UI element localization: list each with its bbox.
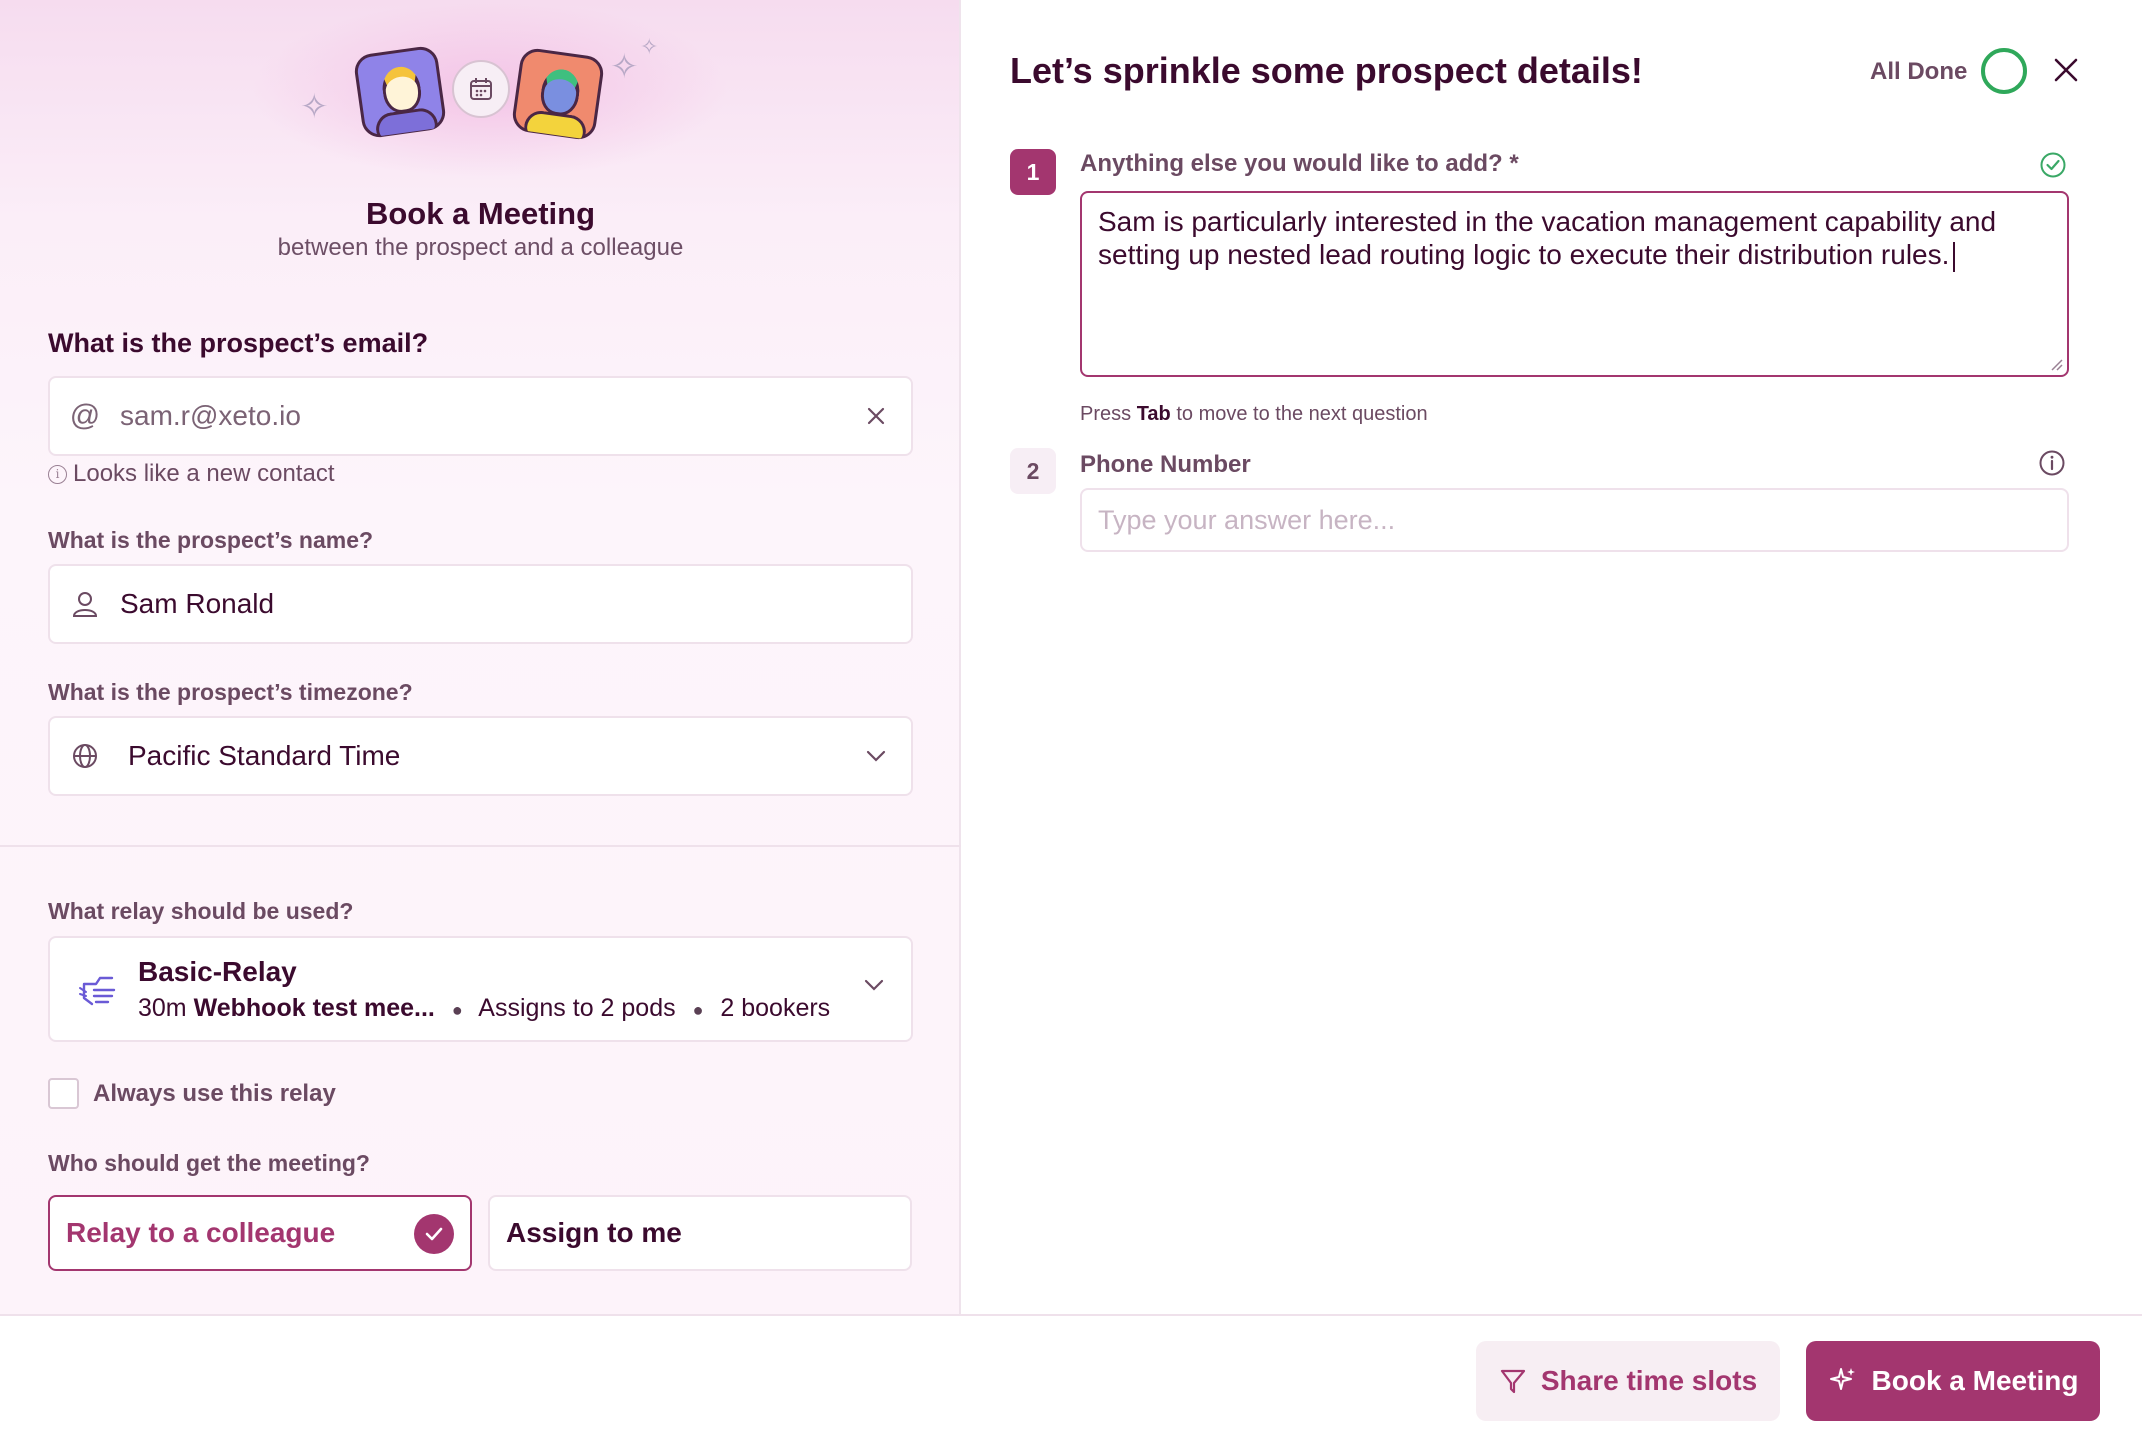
tab-hint-suffix: to move to the next question xyxy=(1176,403,1428,425)
question-2-label: Phone Number xyxy=(1080,451,1251,478)
send-icon xyxy=(1500,1369,1525,1394)
chevron-down-icon[interactable] xyxy=(841,749,911,763)
new-contact-hint: i Looks like a new contact xyxy=(48,460,334,488)
name-value[interactable]: Sam Ronald xyxy=(120,588,911,620)
share-time-slots-label: Share time slots xyxy=(1540,1365,1758,1396)
person-icon xyxy=(50,590,120,618)
tab-hint: Press Tab to move to the next question xyxy=(1080,403,1428,426)
question-1-label: Anything else you would like to add? * xyxy=(1080,150,1519,177)
resize-handle-icon[interactable] xyxy=(2049,357,2063,371)
progress-ring-icon xyxy=(1981,48,2027,94)
phone-number-field[interactable]: Type your answer here... xyxy=(1080,488,2069,552)
always-use-relay[interactable]: Always use this relay xyxy=(48,1078,336,1109)
relay-pods: Assigns to 2 pods xyxy=(478,994,676,1022)
relay-to-colleague-option[interactable]: Relay to a colleague xyxy=(48,1195,472,1271)
sparkle-icon: ✧ xyxy=(300,88,329,126)
relay-duration: 30m xyxy=(138,994,187,1022)
assign-to-me-option[interactable]: Assign to me xyxy=(488,1195,912,1271)
relay-to-colleague-label: Relay to a colleague xyxy=(66,1217,336,1248)
hero-illustration: ✧ ✧ ✧ xyxy=(300,36,680,150)
question-number-1: 1 xyxy=(1010,149,1056,195)
relay-hand-icon xyxy=(78,968,120,1013)
relay-meta: 30m Webhook test mee... ● Assigns to 2 p… xyxy=(138,994,831,1022)
email-value[interactable]: sam.r@xeto.io xyxy=(120,400,841,432)
sparkle-icon: ✧ xyxy=(640,34,659,59)
details-title: Let’s sprinkle some prospect details! xyxy=(1010,50,1643,91)
book-meeting-label: Book a Meeting xyxy=(1871,1365,2079,1396)
calendar-icon xyxy=(452,60,510,118)
relay-meeting-type: Webhook test mee... xyxy=(193,994,435,1022)
all-done-label: All Done xyxy=(1870,58,1968,85)
timezone-select[interactable]: Pacific Standard Time xyxy=(48,716,913,796)
check-circle-icon xyxy=(2039,151,2067,184)
email-field[interactable]: @ sam.r@xeto.io xyxy=(48,376,913,456)
name-field[interactable]: Sam Ronald xyxy=(48,564,913,644)
question-1-value: Sam is particularly interested in the va… xyxy=(1098,206,1997,270)
tab-hint-key: Tab xyxy=(1136,403,1171,425)
info-icon[interactable] xyxy=(2038,449,2066,482)
recipient-question: Who should get the meeting? xyxy=(48,1150,370,1176)
relay-bookers: 2 bookers xyxy=(720,994,831,1022)
chevron-down-icon[interactable] xyxy=(863,978,885,997)
sparkle-icon: ✧ xyxy=(610,48,639,86)
email-question: What is the prospect’s email? xyxy=(48,328,429,358)
section-divider xyxy=(0,845,961,847)
share-time-slots-button[interactable]: Share time slots xyxy=(1476,1341,1780,1421)
name-question: What is the prospect’s name? xyxy=(48,527,374,553)
booking-subtitle: between the prospect and a colleague xyxy=(277,234,684,261)
prospect-avatar xyxy=(352,44,448,140)
book-meeting-button[interactable]: Book a Meeting xyxy=(1806,1341,2100,1421)
clear-email-icon[interactable] xyxy=(841,405,911,427)
sparkle-icon xyxy=(1829,1368,1855,1390)
colleague-avatar xyxy=(510,46,606,142)
relay-name: Basic-Relay xyxy=(138,956,297,987)
close-icon[interactable] xyxy=(2052,56,2080,89)
tab-hint-prefix: Press xyxy=(1080,403,1132,425)
booking-panel: ✧ ✧ ✧ Book a Meeting between the prospec… xyxy=(0,0,961,1314)
checkmark-icon xyxy=(414,1214,454,1254)
timezone-value: Pacific Standard Time xyxy=(128,740,401,771)
question-number-2: 2 xyxy=(1010,448,1056,494)
at-icon: @ xyxy=(69,399,101,432)
always-use-relay-checkbox[interactable] xyxy=(48,1078,79,1109)
assign-to-me-label: Assign to me xyxy=(506,1217,682,1248)
relay-select[interactable]: Basic-Relay 30m Webhook test mee... ● As… xyxy=(48,936,913,1042)
relay-question: What relay should be used? xyxy=(48,898,354,924)
new-contact-hint-text: Looks like a new contact xyxy=(73,460,335,487)
info-icon: i xyxy=(48,464,67,484)
timezone-question: What is the prospect’s timezone? xyxy=(48,679,413,705)
text-caret xyxy=(1953,241,1956,272)
always-use-relay-label: Always use this relay xyxy=(93,1079,336,1107)
booking-title: Book a Meeting xyxy=(365,196,596,231)
question-1-textarea[interactable]: Sam is particularly interested in the va… xyxy=(1080,191,2069,377)
globe-icon xyxy=(50,742,120,770)
